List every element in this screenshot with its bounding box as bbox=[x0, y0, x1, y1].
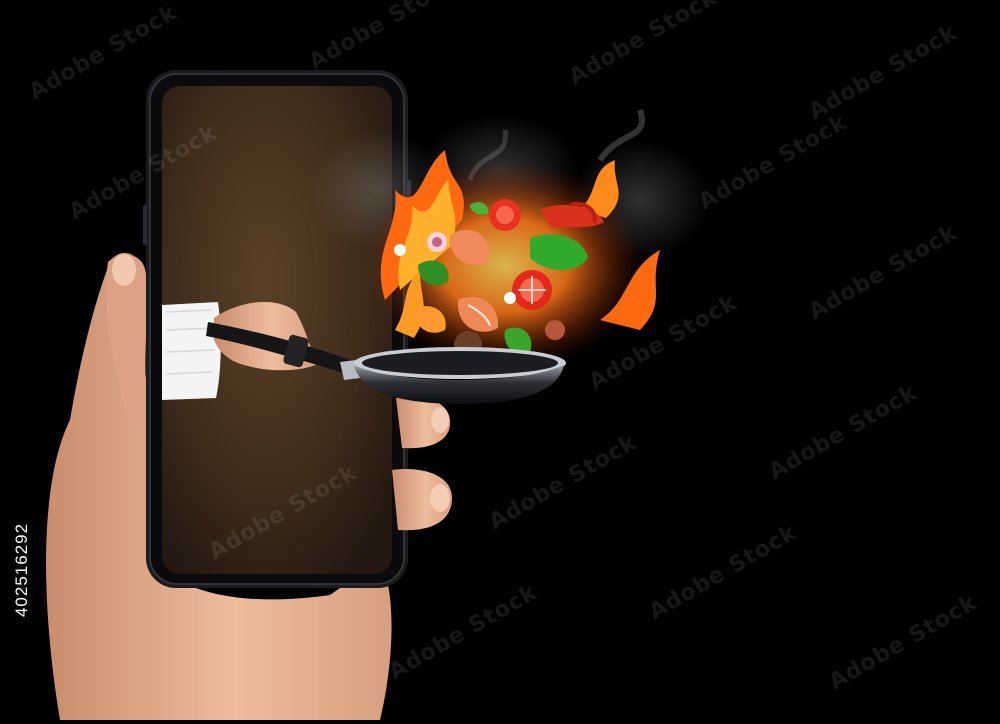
stock-id-label: 402516292 bbox=[4, 485, 40, 655]
photo-illustration bbox=[46, 70, 710, 721]
photo-scene: Adobe Stock Adobe Stock Adobe Stock Adob… bbox=[0, 0, 1000, 721]
stock-id-text: 402516292 bbox=[12, 522, 31, 618]
